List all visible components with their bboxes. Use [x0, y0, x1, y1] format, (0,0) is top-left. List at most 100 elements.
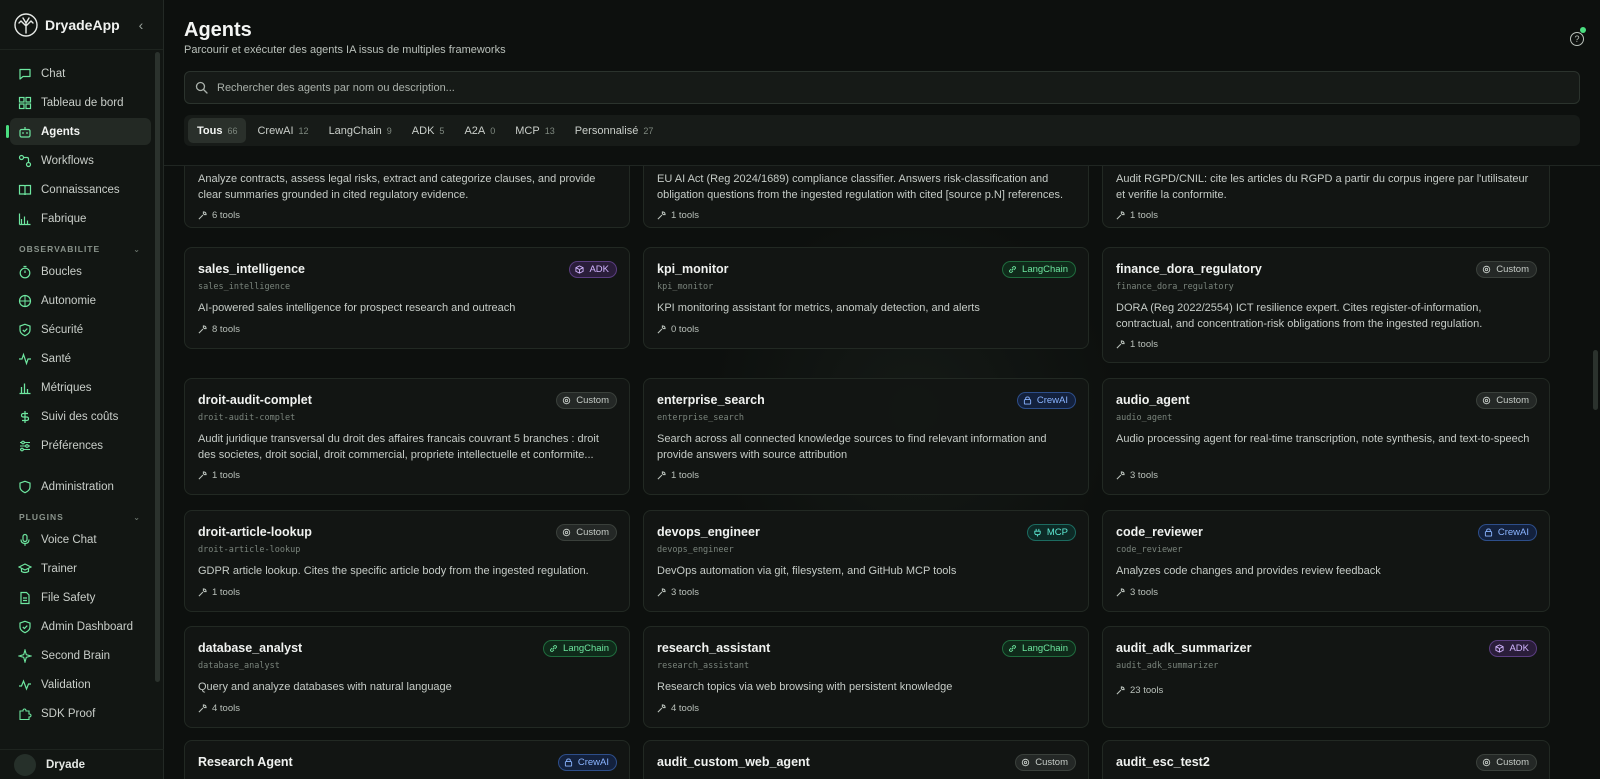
sidebar-scrollbar[interactable] [155, 52, 160, 682]
sidebar-item-health[interactable]: Santé [10, 345, 151, 372]
page-title: Agents [184, 19, 252, 41]
user-menu[interactable]: Dryade [0, 749, 164, 779]
agent-card[interactable]: kpi_monitor LangChain kpi_monitor KPI mo… [643, 247, 1089, 349]
gear-icon [1483, 265, 1491, 274]
collapse-sidebar-button[interactable]: ‹ [133, 17, 149, 33]
sidebar-item-knowledge[interactable]: Connaissances [10, 176, 151, 203]
sidebar-item-trainer[interactable]: Trainer [10, 555, 151, 582]
sidebar-item-security[interactable]: Sécurité [10, 316, 151, 343]
tab-count: 9 [386, 125, 392, 136]
agent-id: code_reviewer [1116, 545, 1183, 555]
main-scrollbar[interactable] [1593, 350, 1598, 410]
agent-description: AI-powered sales intelligence for prospe… [198, 302, 516, 314]
sidebar-item-label: File Safety [41, 591, 96, 604]
sidebar-item-administration[interactable]: Administration [10, 473, 151, 500]
observability-section-header[interactable]: OBSERVABILITE ⌄ [19, 244, 141, 254]
tools-count: 0 tools [671, 324, 699, 335]
sidebar-item-loops[interactable]: Boucles [10, 258, 151, 285]
tab-mcp[interactable]: MCP 13 [506, 118, 563, 143]
factory-icon [18, 212, 32, 226]
sidebar-item-voice-chat[interactable]: Voice Chat [10, 526, 151, 553]
agent-id: sales_intelligence [198, 282, 291, 292]
brand: DryadeApp ‹ [0, 0, 163, 50]
sidebar-item-validation[interactable]: Validation [10, 671, 151, 698]
sidebar-item-sdk-proof[interactable]: SDK Proof [10, 700, 151, 727]
tab-custom[interactable]: Personnalisé 27 [566, 118, 663, 143]
wrench-icon [198, 704, 207, 713]
agent-card[interactable]: code_reviewer CrewAI code_reviewer Analy… [1102, 510, 1550, 612]
chat-icon [18, 67, 32, 81]
users-icon [1484, 528, 1492, 537]
sidebar-item-metrics[interactable]: Métriques [10, 374, 151, 401]
sidebar-item-label: Boucles [41, 265, 82, 278]
agent-tools: 1 tools [657, 470, 699, 481]
sidebar-item-workflows[interactable]: Workflows [10, 147, 151, 174]
shield-icon [18, 480, 32, 494]
agent-name: audit_custom_web_agent [657, 755, 810, 769]
sidebar-item-second-brain[interactable]: Second Brain [10, 642, 151, 669]
badge-label: Custom [576, 527, 609, 538]
wrench-icon [1116, 211, 1125, 220]
agent-tools: 3 tools [657, 587, 699, 598]
agent-id: devops_engineer [657, 545, 734, 555]
tools-count: 1 tools [212, 587, 240, 598]
tab-adk[interactable]: ADK 5 [403, 118, 454, 143]
link-icon [1009, 645, 1017, 652]
agent-tools: 3 tools [1116, 587, 1158, 598]
agent-card[interactable]: Research Agent CrewAI [184, 740, 630, 779]
tab-crewai[interactable]: CrewAI 12 [248, 118, 317, 143]
badge-label: MCP [1046, 527, 1068, 538]
sidebar-item-file-safety[interactable]: File Safety [10, 584, 151, 611]
agent-card[interactable]: finance_dora_regulatory Custom finance_d… [1102, 247, 1550, 363]
tab-label: LangChain [328, 124, 382, 137]
tab-count: 12 [298, 125, 309, 136]
chevron-down-icon: ⌄ [133, 244, 141, 254]
badge-label: LangChain [563, 643, 609, 654]
sidebar-item-agents[interactable]: Agents [6, 118, 151, 145]
sidebar-item-dashboard[interactable]: Tableau de bord [10, 89, 151, 116]
tab-label: MCP [515, 124, 540, 137]
agent-name: code_reviewer [1116, 525, 1203, 539]
help-icon[interactable]: ? [1570, 32, 1584, 46]
tools-count: 1 tools [212, 470, 240, 481]
sidebar-item-chat[interactable]: Chat [10, 60, 151, 87]
tab-count: 5 [439, 125, 445, 136]
sidebar-item-factory[interactable]: Fabrique [10, 205, 151, 232]
agent-card[interactable]: audit_custom_web_agent Custom [643, 740, 1089, 779]
agent-card[interactable]: audit_esc_test2 Custom [1102, 740, 1550, 779]
agent-card[interactable]: audit_adk_summarizer ADK audit_adk_summa… [1102, 626, 1550, 728]
sidebar-item-cost-tracking[interactable]: Suivi des coûts [10, 403, 151, 430]
sidebar-item-admin-dashboard[interactable]: Admin Dashboard [10, 613, 151, 640]
agent-card[interactable]: sales_intelligence ADK sales_intelligenc… [184, 247, 630, 349]
agent-tools: 4 tools [198, 703, 240, 714]
sidebar-item-autonomy[interactable]: Autonomie [10, 287, 151, 314]
agent-card[interactable]: database_analyst LangChain database_anal… [184, 626, 630, 728]
search-input[interactable] [217, 81, 1517, 94]
tab-all[interactable]: Tous 66 [188, 118, 247, 143]
sidebar-item-preferences[interactable]: Préférences [10, 432, 151, 459]
agent-card[interactable]: droit-audit-complet Custom droit-audit-c… [184, 378, 630, 495]
agent-name: audit_esc_test2 [1116, 755, 1210, 769]
agent-id: database_analyst [198, 661, 280, 671]
agent-card[interactable]: research_assistant LangChain research_as… [643, 626, 1089, 728]
agent-name: devops_engineer [657, 525, 760, 539]
agent-card[interactable]: devops_engineer MCP devops_engineer DevO… [643, 510, 1089, 612]
tab-langchain[interactable]: LangChain 9 [320, 118, 401, 143]
agent-card[interactable]: droit-article-lookup Custom droit-articl… [184, 510, 630, 612]
shield-icon [18, 323, 32, 337]
agent-tools: 3 tools [1116, 470, 1158, 481]
book-icon [18, 183, 32, 197]
agent-tools: 1 tools [1116, 339, 1158, 350]
sidebar-item-label: Chat [41, 67, 66, 80]
agent-id: audit_adk_summarizer [1116, 661, 1219, 671]
agent-description: EU AI Act (Reg 2024/1689) compliance cla… [657, 173, 1064, 201]
agent-card[interactable]: enterprise_search CrewAI enterprise_sear… [643, 378, 1089, 495]
badge-label: LangChain [1022, 643, 1068, 654]
tab-a2a[interactable]: A2A 0 [455, 118, 504, 143]
agent-card[interactable]: audio_agent Custom audio_agent Audio pro… [1102, 378, 1550, 495]
sidebar-item-label: Agents [41, 125, 80, 138]
badge-label: Custom [1496, 757, 1529, 768]
badge-label: ADK [1509, 643, 1529, 654]
framework-badge: ADK [569, 261, 617, 278]
plugins-section-header[interactable]: PLUGINS ⌄ [19, 512, 141, 522]
